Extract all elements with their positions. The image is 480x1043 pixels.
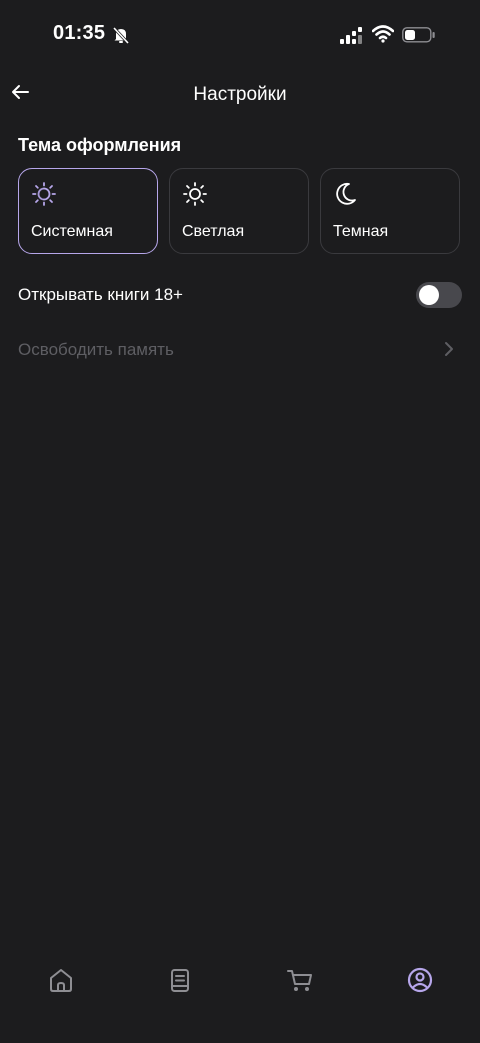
book-icon[interactable]: [165, 965, 195, 995]
cellular-signal-icon: [340, 27, 362, 44]
home-icon[interactable]: [46, 965, 76, 995]
page-title: Настройки: [193, 84, 287, 105]
status-bar: 01:35: [0, 0, 480, 70]
bottom-navigation: [0, 950, 480, 1010]
wifi-icon: [372, 25, 394, 43]
status-time: 01:35: [53, 22, 106, 44]
theme-option-system[interactable]: Системная: [18, 168, 158, 254]
chevron-right-icon[interactable]: [442, 340, 456, 358]
adult-books-label: Открывать книги 18+: [18, 285, 183, 304]
adult-books-toggle[interactable]: [416, 282, 462, 308]
theme-option-label: Темная: [333, 223, 389, 240]
moon-icon: [336, 182, 356, 205]
theme-option-label: Системная: [31, 223, 113, 240]
cart-icon[interactable]: [285, 965, 315, 995]
theme-section-title: Тема оформления: [18, 135, 182, 155]
free-memory-label[interactable]: Освободить память: [18, 340, 174, 360]
theme-option-dark[interactable]: Темная: [320, 168, 460, 254]
system-theme-icon: [32, 182, 56, 206]
sun-icon: [183, 182, 207, 206]
theme-options: Системная Светлая Темная: [18, 168, 462, 256]
bell-muted-icon: [112, 26, 130, 44]
theme-option-label: Светлая: [182, 223, 245, 240]
app-header: Настройки: [0, 70, 480, 120]
toggle-knob: [419, 285, 439, 305]
theme-option-light[interactable]: Светлая: [169, 168, 309, 254]
battery-icon: [402, 27, 435, 43]
profile-icon[interactable]: [405, 965, 435, 995]
